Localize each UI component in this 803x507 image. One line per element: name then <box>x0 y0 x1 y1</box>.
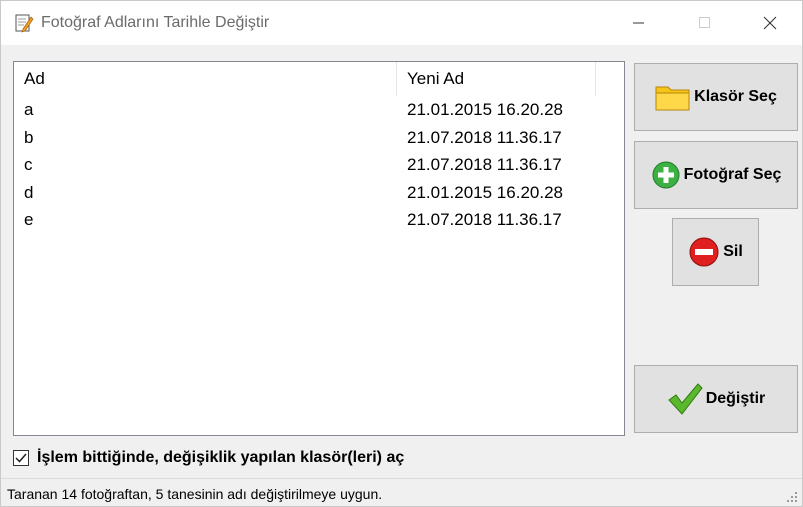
plus-circle-icon <box>651 160 681 190</box>
status-bar: Taranan 14 fotoğraftan, 5 tanesinin adı … <box>1 478 802 506</box>
minimize-button[interactable] <box>616 1 662 45</box>
resize-grip-icon[interactable] <box>786 491 798 503</box>
cell-yeni-ad: 21.07.2018 11.36.17 <box>407 210 562 229</box>
cell-ad: d <box>24 182 34 202</box>
fotograf-sec-label: Fotoğraf Seç <box>683 166 782 183</box>
checkmark-icon <box>667 382 703 416</box>
degistir-button[interactable]: Değiştir <box>634 365 798 433</box>
title-bar[interactable]: Fotoğraf Adlarını Tarihle Değiştir <box>1 1 802 45</box>
fotograf-sec-button[interactable]: Fotoğraf Seç <box>634 141 798 209</box>
sil-label: Sil <box>723 243 743 260</box>
list-rows: a 21.01.2015 16.20.28 b 21.07.2018 11.36… <box>14 98 624 236</box>
cell-ad: e <box>24 210 34 229</box>
window-title: Fotoğraf Adlarını Tarihle Değiştir <box>41 14 270 31</box>
list-row[interactable]: c 21.07.2018 11.36.17 <box>14 153 624 181</box>
minus-circle-icon <box>688 236 720 268</box>
list-row[interactable]: a 21.01.2015 16.20.28 <box>14 98 624 126</box>
notepad-pencil-icon <box>14 13 34 33</box>
minimize-icon <box>633 22 644 24</box>
open-folder-checkbox-row[interactable]: İşlem bittiğinde, değişiklik yapılan kla… <box>13 447 404 469</box>
cell-yeni-ad: 21.07.2018 11.36.17 <box>407 127 562 147</box>
cell-ad: b <box>24 127 34 147</box>
main-window: Fotoğraf Adlarını Tarihle Değiştir Ad Ye… <box>0 0 803 507</box>
column-header-ad[interactable]: Ad <box>14 62 397 96</box>
status-text: Taranan 14 fotoğraftan, 5 tanesinin adı … <box>7 486 383 502</box>
klasor-sec-label: Klasör Seç <box>694 88 777 105</box>
maximize-button[interactable] <box>682 1 728 45</box>
close-button[interactable] <box>747 1 793 45</box>
list-row[interactable]: b 21.07.2018 11.36.17 <box>14 126 624 154</box>
file-list[interactable]: Ad Yeni Ad a 21.01.2015 16.20.28 b 21.07… <box>13 61 625 436</box>
open-folder-checkbox-label: İşlem bittiğinde, değişiklik yapılan kla… <box>37 449 405 466</box>
sil-button[interactable]: Sil <box>672 218 759 286</box>
column-header-label: Yeni Ad <box>407 69 465 88</box>
open-folder-checkbox[interactable] <box>13 450 29 466</box>
close-icon <box>763 16 777 30</box>
checkbox-check-icon <box>15 453 27 463</box>
cell-yeni-ad: 21.01.2015 16.20.28 <box>407 100 563 119</box>
list-row[interactable]: e 21.07.2018 11.36.17 <box>14 208 624 236</box>
cell-yeni-ad: 21.07.2018 11.36.17 <box>407 155 562 174</box>
list-row[interactable]: d 21.01.2015 16.20.28 <box>14 181 624 209</box>
degistir-label: Değiştir <box>705 390 766 407</box>
cell-yeni-ad: 21.01.2015 16.20.28 <box>407 182 563 202</box>
column-header-yeni-ad[interactable]: Yeni Ad <box>397 62 596 96</box>
cell-ad: a <box>24 100 34 119</box>
column-header-label: Ad <box>24 69 45 88</box>
folder-icon <box>655 83 691 111</box>
cell-ad: c <box>24 155 33 174</box>
klasor-sec-button[interactable]: Klasör Seç <box>634 63 798 131</box>
maximize-icon <box>699 17 710 28</box>
